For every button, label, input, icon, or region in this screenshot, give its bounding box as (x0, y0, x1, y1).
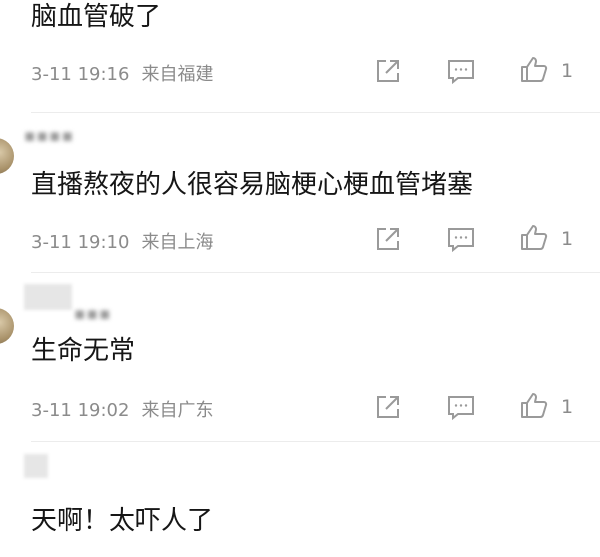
comment-item: 脑血管破了 3-11 19:16 来自福建 1 (0, 0, 600, 110)
comment-icon (448, 396, 474, 421)
username-blurred: ▪▪▪ (74, 304, 112, 324)
thumbs-up-icon (521, 57, 548, 82)
comment-meta: 3-11 19:16 来自福建 (31, 60, 213, 86)
thumbs-up-icon (521, 393, 548, 418)
like-button[interactable] (519, 54, 549, 84)
like-count: 1 (561, 396, 574, 418)
comment-text: 直播熬夜的人很容易脑梗心梗血管堵塞 (31, 170, 474, 200)
like-button[interactable] (519, 390, 549, 420)
username-blurred (24, 284, 72, 310)
comment-meta: 3-11 19:10 来自上海 (31, 228, 213, 254)
avatar[interactable] (0, 308, 14, 344)
comment-date: 3-11 19:16 (31, 64, 130, 85)
share-icon (377, 228, 399, 250)
share-button[interactable] (373, 224, 403, 254)
comment-date: 3-11 19:10 (31, 232, 130, 253)
like-count: 1 (561, 228, 574, 250)
avatar[interactable] (0, 138, 14, 174)
like-count: 1 (561, 60, 574, 82)
comment-text: 天啊！太吓人了 (31, 506, 214, 536)
divider (31, 441, 600, 442)
share-icon (377, 396, 399, 418)
comment-item: ▪▪▪▪ 直播熬夜的人很容易脑梗心梗血管堵塞 3-11 19:10 来自上海 1 (0, 112, 600, 280)
comment-location: 来自福建 (141, 64, 214, 85)
divider (31, 272, 600, 273)
comment-date: 3-11 19:02 (31, 400, 130, 421)
comment-icon (448, 228, 474, 253)
comment-meta: 3-11 19:02 来自广东 (31, 396, 213, 422)
comment-icon (448, 60, 474, 85)
share-button[interactable] (373, 56, 403, 86)
comment-location: 来自广东 (141, 400, 214, 421)
share-button[interactable] (373, 392, 403, 422)
reply-button[interactable] (446, 56, 476, 86)
comment-item: 天啊！太吓人了 (0, 448, 600, 557)
username-blurred: ▪▪▪▪ (24, 126, 75, 146)
thumbs-up-icon (521, 225, 548, 250)
reply-button[interactable] (446, 224, 476, 254)
comment-text: 脑血管破了 (31, 2, 162, 32)
comment-item: ▪▪▪ 生命无常 3-11 19:02 来自广东 1 (0, 278, 600, 438)
share-icon (377, 60, 399, 82)
reply-button[interactable] (446, 392, 476, 422)
comment-feed: 脑血管破了 3-11 19:16 来自福建 1 ▪▪▪▪ 直播熬夜的人很容易脑梗心… (0, 0, 600, 557)
like-button[interactable] (519, 222, 549, 252)
comment-text: 生命无常 (31, 336, 136, 366)
username-blurred (24, 454, 48, 478)
comment-location: 来自上海 (141, 232, 214, 253)
